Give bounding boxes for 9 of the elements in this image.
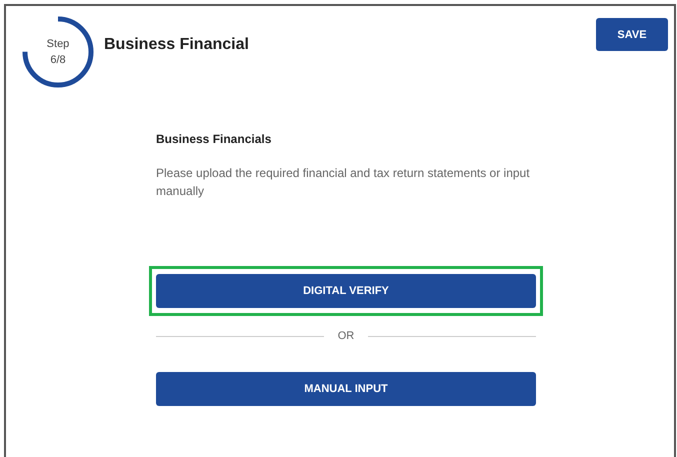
- section-heading: Business Financials: [156, 132, 272, 146]
- section-description: Please upload the required financial and tax return statements or input manually: [156, 165, 531, 200]
- save-button[interactable]: SAVE: [596, 18, 668, 51]
- step-label: Step: [46, 38, 70, 50]
- or-separator: OR: [338, 330, 354, 342]
- option-button[interactable]: DIGITAL VERIFY: [156, 274, 536, 308]
- page-title: Business Financial: [104, 36, 250, 54]
- step-count: 6/8: [50, 54, 66, 66]
- option-button[interactable]: MANUAL INPUT: [156, 372, 536, 406]
